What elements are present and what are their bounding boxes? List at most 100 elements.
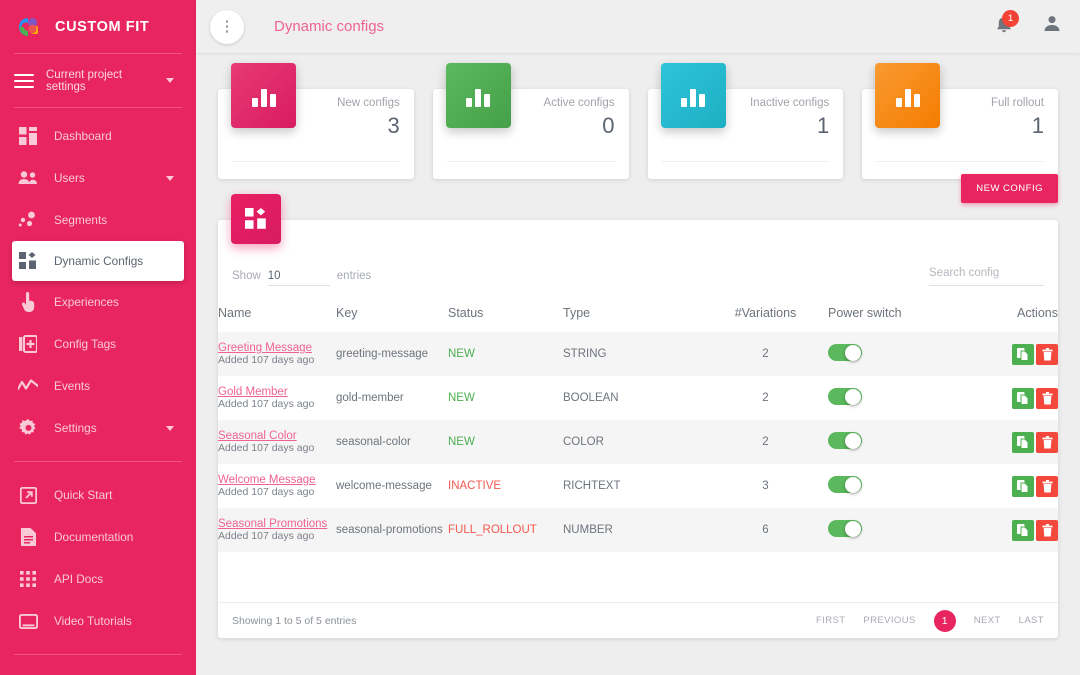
entries-per-page-select[interactable]: 10: [267, 270, 330, 286]
column-header-key[interactable]: Key: [336, 300, 448, 332]
page-content: New configs 3 Active configs 0 Inactive …: [196, 53, 1080, 638]
column-header-variations[interactable]: #Variations: [703, 300, 828, 332]
column-header-actions[interactable]: Actions: [993, 300, 1058, 332]
notifications-button[interactable]: 1: [994, 9, 1019, 39]
bar-chart-glyph: [466, 85, 491, 107]
chevron-down-icon: [166, 425, 174, 431]
power-switch-toggle[interactable]: [828, 388, 862, 405]
cell-key: gold-member: [336, 392, 404, 404]
cell-type: BOOLEAN: [563, 392, 619, 404]
pagination-current-page[interactable]: 1: [933, 609, 956, 632]
events-trend-icon: [18, 376, 38, 396]
config-tags-icon: [18, 334, 38, 354]
showing-entries-label: Showing 1 to 5 of 5 entries: [232, 614, 357, 627]
sidebar-item-settings[interactable]: Settings: [0, 407, 196, 449]
sidebar-item-quick-start[interactable]: Quick Start: [0, 474, 196, 516]
trash-icon[interactable]: [1036, 431, 1058, 453]
status-badge: INACTIVE: [448, 480, 502, 492]
trash-icon[interactable]: [1036, 343, 1058, 365]
sidebar-item-label: Users: [54, 171, 85, 185]
sidebar-item-label: Documentation: [54, 530, 134, 544]
power-switch-toggle[interactable]: [828, 476, 862, 493]
table-row[interactable]: Gold Member Added 107 days ago gold-memb…: [218, 376, 1058, 420]
pagination-previous[interactable]: PREVIOUS: [863, 615, 915, 626]
config-added-label: Added 107 days ago: [218, 442, 315, 454]
sidebar-item-events[interactable]: Events: [0, 365, 196, 407]
configs-table: Name Key Status Type #Variations Power s…: [218, 300, 1058, 552]
config-name-link[interactable]: Seasonal Promotions: [218, 518, 336, 530]
trash-icon[interactable]: [1036, 475, 1058, 497]
sidebar-item-video-tutorials[interactable]: Video Tutorials: [0, 600, 196, 642]
table-row[interactable]: Seasonal Promotions Added 107 days ago s…: [218, 508, 1058, 552]
sidebar-item-label: Config Tags: [54, 337, 117, 351]
user-account-icon[interactable]: [1042, 14, 1062, 39]
sidebar-item-users[interactable]: Users: [0, 157, 196, 199]
trash-icon[interactable]: [1036, 387, 1058, 409]
sidebar-item-label: Segments: [54, 213, 108, 227]
sidebar: CUSTOM FIT Current project settings Dash…: [0, 0, 196, 675]
bar-chart-glyph: [681, 85, 705, 107]
video-screen-icon: [18, 611, 38, 631]
trash-icon[interactable]: [1036, 519, 1058, 541]
column-header-power-switch[interactable]: Power switch: [828, 300, 993, 332]
sidebar-item-label: Events: [54, 379, 91, 393]
config-added-label: Added 107 days ago: [218, 530, 315, 542]
project-settings-selector[interactable]: Current project settings: [0, 54, 196, 107]
card-divider: [446, 161, 615, 162]
search-config-field[interactable]: [929, 263, 1044, 286]
copy-icon[interactable]: [1012, 387, 1034, 409]
config-name-link[interactable]: Greeting Message: [218, 342, 336, 354]
cell-name: Greeting Message Added 107 days ago: [218, 332, 336, 376]
cell-power-switch: [828, 508, 993, 552]
pagination-last[interactable]: LAST: [1019, 615, 1044, 626]
copy-icon[interactable]: [1012, 519, 1034, 541]
dashboard-grid-icon: [18, 126, 38, 146]
config-name-link[interactable]: Welcome Message: [218, 474, 336, 486]
power-switch-toggle[interactable]: [828, 344, 862, 361]
new-config-button[interactable]: NEW CONFIG: [961, 174, 1058, 203]
pagination-next[interactable]: NEXT: [974, 615, 1001, 626]
table-row[interactable]: Welcome Message Added 107 days ago welco…: [218, 464, 1058, 508]
copy-icon[interactable]: [1012, 475, 1034, 497]
chevron-down-icon: [166, 175, 174, 181]
pagination-first[interactable]: FIRST: [816, 615, 845, 626]
table-row[interactable]: Greeting Message Added 107 days ago gree…: [218, 332, 1058, 376]
brand: CUSTOM FIT: [0, 0, 196, 53]
power-switch-toggle[interactable]: [828, 432, 862, 449]
sidebar-item-label: Quick Start: [54, 488, 113, 502]
external-link-icon: [18, 485, 38, 505]
sidebar-item-overflow[interactable]: [0, 667, 196, 675]
status-badge: NEW: [448, 436, 475, 448]
sidebar-item-config-tags[interactable]: Config Tags: [0, 323, 196, 365]
show-suffix-label: entries: [336, 270, 372, 282]
configs-panel: NEW CONFIG Show 10 entries Search config…: [218, 174, 1058, 638]
column-header-status[interactable]: Status: [448, 300, 563, 332]
config-name-link[interactable]: Gold Member: [218, 386, 336, 398]
row-actions: [993, 519, 1058, 541]
table-head: Name Key Status Type #Variations Power s…: [218, 300, 1058, 332]
sidebar-item-api-docs[interactable]: API Docs: [0, 558, 196, 600]
sidebar-item-experiences[interactable]: Experiences: [0, 281, 196, 323]
sidebar-item-dynamic-configs[interactable]: Dynamic Configs: [12, 241, 184, 281]
config-name-link[interactable]: Seasonal Color: [218, 430, 336, 442]
table-row[interactable]: Seasonal Color Added 107 days ago season…: [218, 420, 1058, 464]
sidebar-item-dashboard[interactable]: Dashboard: [0, 115, 196, 157]
brand-title: CUSTOM FIT: [55, 18, 150, 35]
top-bar: Dynamic configs 1: [196, 0, 1080, 53]
sidebar-item-documentation[interactable]: Documentation: [0, 516, 196, 558]
column-header-name[interactable]: Name: [218, 300, 336, 332]
kebab-menu-icon[interactable]: [210, 9, 244, 44]
cell-name: Seasonal Color Added 107 days ago: [218, 420, 336, 464]
sidebar-item-segments[interactable]: Segments: [0, 199, 196, 241]
cell-power-switch: [828, 376, 993, 420]
stat-card-full-rollout: Full rollout 1: [862, 63, 1058, 179]
copy-icon[interactable]: [1012, 343, 1034, 365]
cell-name: Seasonal Promotions Added 107 days ago: [218, 508, 336, 552]
cell-variations: 2: [762, 436, 769, 448]
pagination: FIRST PREVIOUS 1 NEXT LAST: [816, 609, 1044, 632]
column-header-type[interactable]: Type: [563, 300, 703, 332]
power-switch-toggle[interactable]: [828, 520, 862, 537]
search-input[interactable]: [929, 267, 1044, 279]
copy-icon[interactable]: [1012, 431, 1034, 453]
cell-name: Gold Member Added 107 days ago: [218, 376, 336, 420]
